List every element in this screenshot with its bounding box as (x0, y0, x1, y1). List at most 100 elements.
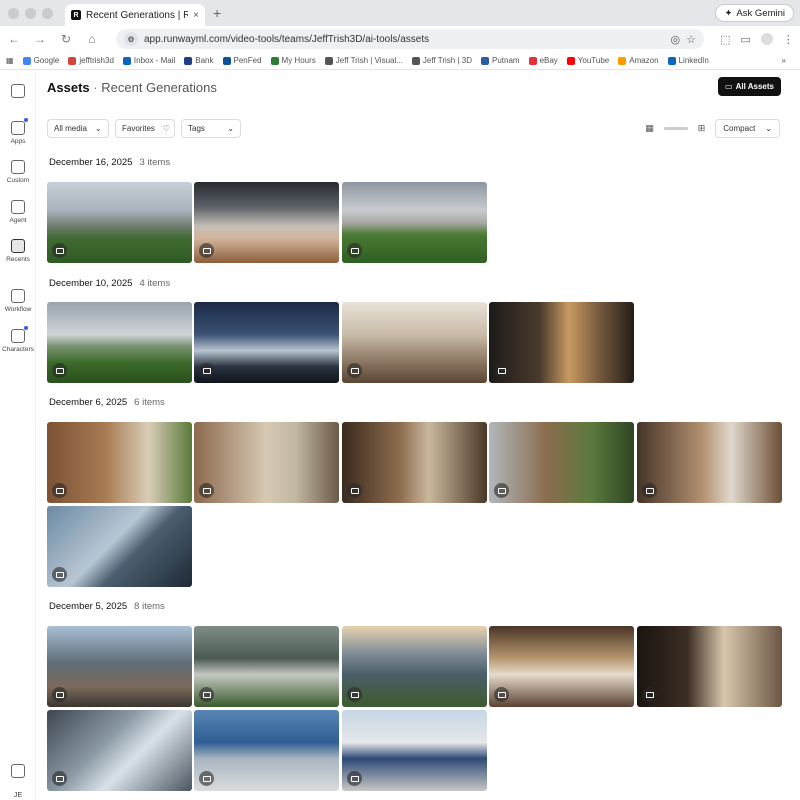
bookmark-favicon-icon (667, 56, 676, 65)
site-info-icon[interactable]: ⚙ (124, 32, 138, 46)
apps-grid-icon[interactable]: ▦ (6, 56, 14, 65)
bookmark-item[interactable]: Jeff Trish | Visual... (324, 56, 403, 65)
asset-thumbnail[interactable] (194, 302, 339, 383)
home-icon[interactable]: ⌂ (84, 32, 100, 46)
video-icon (52, 483, 67, 498)
asset-thumbnail[interactable] (342, 710, 487, 791)
address-bar[interactable]: ⚙ app.runwayml.com/video-tools/teams/Jef… (116, 29, 704, 49)
user-avatar[interactable]: JE (0, 790, 36, 799)
thumbnail-size-slider[interactable] (663, 127, 688, 130)
bookmark-label: Jeff Trish | 3D (422, 56, 472, 65)
close-tab-icon[interactable]: × (193, 10, 199, 21)
extensions-icon[interactable]: ⬚ (720, 33, 730, 46)
section-count: 6 items (134, 397, 165, 408)
bookmark-item[interactable]: Jeff Trish | 3D (411, 56, 472, 65)
ask-gemini-button[interactable]: ✦ Ask Gemini (715, 4, 794, 22)
sidebar-item-label: Apps (10, 138, 26, 145)
more-menu-icon[interactable]: ⋮ (783, 33, 794, 46)
bookmark-favicon-icon (618, 56, 627, 65)
asset-thumbnail[interactable] (194, 182, 339, 263)
bookmark-favicon-icon (270, 56, 279, 65)
asset-thumbnail[interactable] (342, 302, 487, 383)
bookmark-item[interactable]: PenFed (222, 56, 262, 65)
bookmark-item[interactable]: LinkedIn (667, 56, 709, 65)
chevron-down-icon: ⌄ (227, 124, 234, 133)
asset-thumbnail[interactable] (637, 626, 782, 707)
sidebar-toggle[interactable] (0, 84, 36, 101)
side-panel-icon[interactable]: ▭ (740, 33, 750, 46)
favorites-filter-button[interactable]: Favorites ♡ (115, 119, 175, 138)
video-icon (199, 771, 214, 786)
asset-thumbnail[interactable] (194, 626, 339, 707)
view-mode-dropdown[interactable]: Compact ⌄ (715, 119, 780, 138)
eye-off-icon[interactable]: ◎ (671, 33, 681, 46)
minimize-window-button[interactable] (25, 7, 36, 19)
bookmark-item[interactable]: Amazon (618, 56, 659, 65)
url-text[interactable]: app.runwayml.com/video-tools/teams/JeffT… (144, 34, 665, 45)
small-grid-icon[interactable]: ▦ (645, 123, 654, 134)
bookmark-item[interactable]: Bank (184, 56, 214, 65)
video-icon (199, 243, 214, 258)
section-header: December 10, 2025 4 items (49, 278, 170, 289)
bookmark-item[interactable]: Google (22, 56, 59, 65)
sidebar-item-workflow[interactable]: Workflow (0, 289, 36, 313)
profile-avatar[interactable] (760, 32, 773, 45)
media-filter-dropdown[interactable]: All media ⌄ (47, 119, 109, 138)
forward-icon[interactable]: → (32, 32, 48, 46)
sidebar-item-recents[interactable]: Recents (0, 239, 36, 263)
asset-thumbnail[interactable] (194, 422, 339, 503)
sidebar-home[interactable] (0, 764, 36, 781)
sidebar-item-apps[interactable]: Apps (0, 118, 36, 145)
asset-thumbnail[interactable] (47, 422, 192, 503)
asset-thumbnail[interactable] (194, 710, 339, 791)
tags-label: Tags (188, 124, 205, 133)
new-tab-button[interactable]: + (213, 5, 221, 21)
asset-thumbnail[interactable] (489, 302, 634, 383)
reload-icon[interactable]: ↻ (58, 32, 74, 46)
asset-thumbnail[interactable] (47, 626, 192, 707)
asset-thumbnail[interactable] (47, 182, 192, 263)
bookmark-item[interactable]: My Hours (270, 56, 316, 65)
window-controls[interactable] (8, 7, 53, 19)
tags-filter-dropdown[interactable]: Tags ⌄ (181, 119, 241, 138)
video-icon (642, 483, 657, 498)
asset-thumbnail[interactable] (47, 506, 192, 587)
sidebar-item-custom[interactable]: Custom (0, 160, 36, 184)
bookmark-favicon-icon (528, 56, 537, 65)
section-header: December 6, 2025 6 items (49, 397, 165, 408)
bookmark-item[interactable]: eBay (528, 56, 558, 65)
asset-thumbnail[interactable] (342, 626, 487, 707)
bookmark-item[interactable]: Inbox - Mail (122, 56, 175, 65)
sidebar-item-label: Custom (6, 177, 30, 184)
browser-tab[interactable]: R Recent Generations | Runway × (65, 4, 205, 26)
bookmark-label: eBay (539, 56, 558, 65)
bookmark-label: Jeff Trish | Visual... (335, 56, 403, 65)
asset-thumbnail[interactable] (637, 422, 782, 503)
asset-thumbnail[interactable] (342, 182, 487, 263)
asset-thumbnail[interactable] (47, 710, 192, 791)
bookmark-item[interactable]: Putnam (480, 56, 520, 65)
section-count: 4 items (139, 278, 171, 289)
section-header: December 5, 2025 8 items (49, 601, 165, 612)
sidebar-item-characters[interactable]: Characters (0, 326, 36, 353)
asset-thumbnail[interactable] (489, 422, 634, 503)
filter-bar: All media ⌄ Favorites ♡ Tags ⌄ (47, 119, 241, 138)
all-assets-button[interactable]: ▭ All Assets (718, 77, 781, 96)
large-grid-icon[interactable]: ⊞ (698, 123, 706, 134)
bookmarks-overflow-button[interactable]: » (782, 56, 786, 65)
bookmark-favicon-icon (68, 56, 77, 65)
asset-thumbnail[interactable] (489, 626, 634, 707)
asset-thumbnail[interactable] (342, 422, 487, 503)
bookmark-star-icon[interactable]: ☆ (686, 33, 696, 46)
asset-thumbnail[interactable] (47, 302, 192, 383)
video-icon (347, 483, 362, 498)
zoom-window-button[interactable] (42, 7, 53, 19)
sidebar-item-agent[interactable]: Agent (0, 200, 36, 224)
bookmark-favicon-icon (566, 56, 575, 65)
bookmark-item[interactable]: jefftrish3d (68, 56, 114, 65)
view-controls: ▦ ⊞ Compact ⌄ (645, 119, 780, 138)
back-icon[interactable]: ← (6, 32, 22, 46)
close-window-button[interactable] (8, 7, 19, 19)
bookmark-label: Putnam (491, 56, 520, 65)
bookmark-item[interactable]: YouTube (566, 56, 609, 65)
